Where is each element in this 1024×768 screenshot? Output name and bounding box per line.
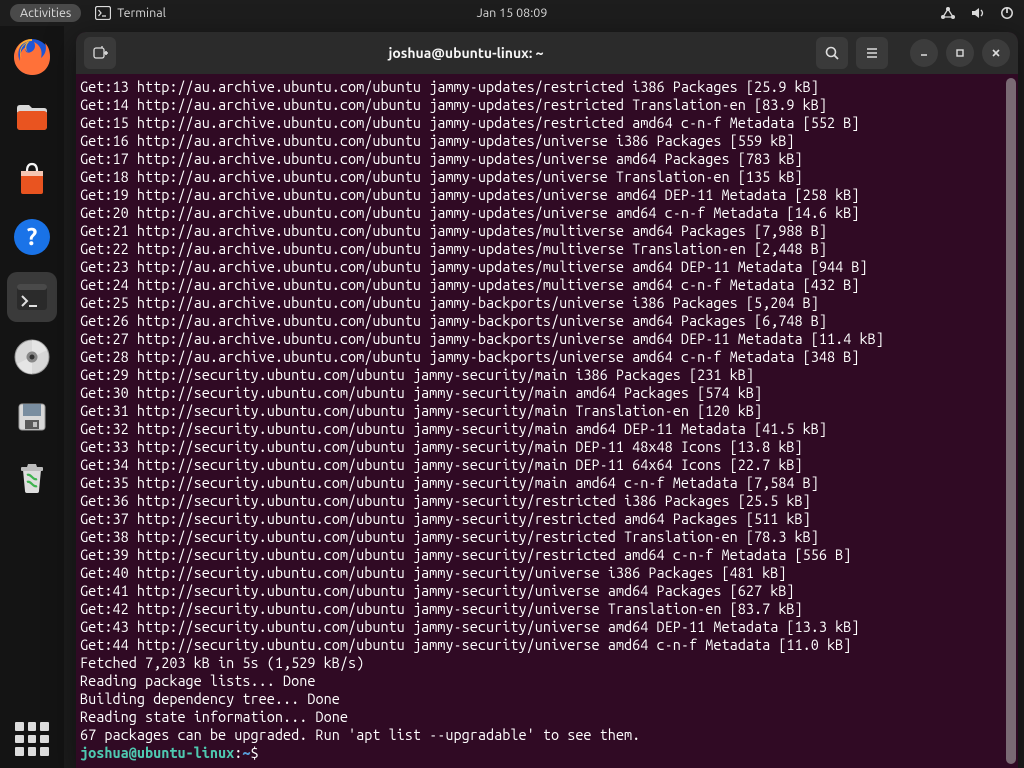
dock-trash[interactable] [7, 452, 57, 502]
gnome-dock: ? [0, 26, 64, 768]
network-icon[interactable] [940, 6, 956, 20]
search-button[interactable] [816, 37, 848, 69]
terminal-small-icon [95, 6, 111, 20]
activities-button[interactable]: Activities [10, 4, 81, 22]
prompt-user: joshua@ubuntu-linux [80, 744, 234, 761]
dock-help[interactable]: ? [7, 212, 57, 262]
current-app-label: Terminal [117, 6, 166, 20]
dock-terminal[interactable] [7, 272, 57, 322]
show-applications-button[interactable] [15, 722, 49, 756]
new-tab-button[interactable] [84, 37, 116, 69]
gnome-topbar: Activities Terminal Jan 15 08:09 [0, 0, 1024, 26]
terminal-window: joshua@ubuntu-linux: ~ Get:13 http://au.… [76, 32, 1018, 768]
close-button[interactable] [982, 39, 1010, 67]
hamburger-menu-button[interactable] [856, 37, 888, 69]
prompt-dollar: $ [251, 744, 259, 761]
scrollbar-thumb[interactable] [1006, 78, 1016, 764]
power-icon[interactable] [1000, 6, 1014, 20]
terminal-titlebar: joshua@ubuntu-linux: ~ [76, 32, 1018, 74]
minimize-button[interactable] [910, 39, 938, 67]
dock-software[interactable] [7, 152, 57, 202]
window-title: joshua@ubuntu-linux: ~ [124, 45, 808, 61]
svg-text:?: ? [27, 223, 38, 250]
clock[interactable]: Jan 15 08:09 [477, 6, 548, 20]
terminal-scrollbar[interactable] [1006, 78, 1016, 764]
dock-disc[interactable] [7, 332, 57, 382]
dock-firefox[interactable] [7, 32, 57, 82]
prompt-path: ~ [242, 744, 250, 761]
dock-disks[interactable] [7, 392, 57, 442]
dock-files[interactable] [7, 92, 57, 142]
current-app-indicator[interactable]: Terminal [95, 6, 166, 20]
terminal-output[interactable]: Get:13 http://au.archive.ubuntu.com/ubun… [76, 74, 1018, 768]
volume-icon[interactable] [970, 6, 986, 20]
maximize-button[interactable] [946, 39, 974, 67]
